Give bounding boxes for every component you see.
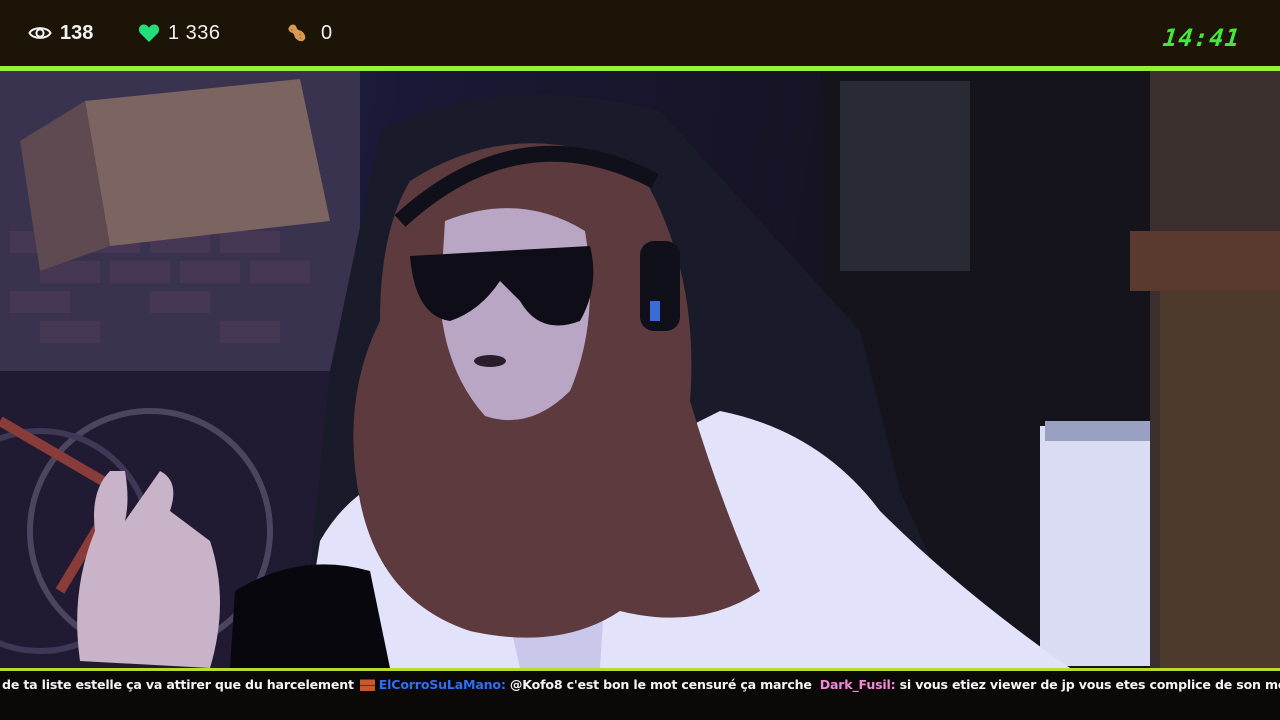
chat-username: Dark_Fusil: <box>819 677 896 692</box>
peanut-count: 0 <box>285 21 332 45</box>
eye-icon <box>28 24 52 42</box>
heart-icon <box>138 23 160 43</box>
peanut-count-value: 0 <box>321 21 333 44</box>
chat-username: ElCorroSuLaMano: <box>378 677 506 692</box>
peanut-icon <box>285 21 309 45</box>
chat-message-text: @Kofo8 c'est bon le mot censuré ça march… <box>509 677 812 692</box>
brick-icon <box>359 679 375 691</box>
stream-clock: 14:41 <box>1161 24 1242 52</box>
like-count-value: 1 336 <box>168 21 221 44</box>
viewer-count: 138 <box>28 22 138 45</box>
chat-ticker: de ta liste estelle ça va attirer que du… <box>0 671 1280 720</box>
chat-message-text: de ta liste estelle ça va attirer que du… <box>2 677 354 692</box>
like-count: 1 336 <box>138 22 285 45</box>
stream-video-scene <box>0 71 1280 668</box>
viewer-count-value: 138 <box>60 21 94 44</box>
stream-video <box>0 71 1280 668</box>
chat-message-text: si vous etiez viewer de jp vous etes com… <box>899 677 1280 692</box>
chat-ticker-content: de ta liste estelle ça va attirer que du… <box>2 677 1280 692</box>
stream-stats-bar: 138 1 336 0 14:41 <box>0 0 1280 66</box>
